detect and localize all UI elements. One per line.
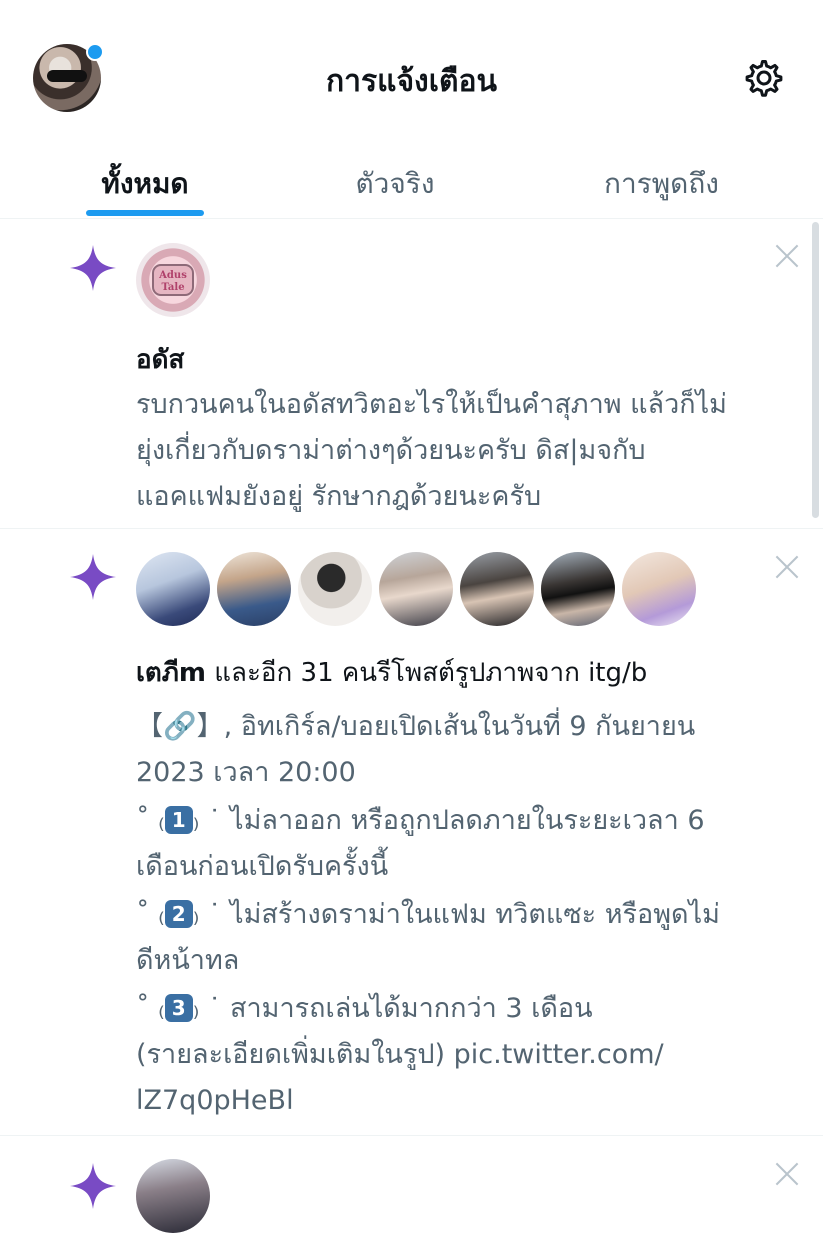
- tab-verified[interactable]: ตัวจริง: [290, 150, 500, 218]
- rule-item: ˚ ₍ 1 ₎ ˙ ไม่ลาออก หรือถูกปลดภายในระยะเวลา…: [136, 798, 806, 890]
- text-line: ˚ ₍ 1 ₎ ˙ ไม่ลาออก หรือถูกปลดภายในระยะเวลา…: [136, 798, 806, 844]
- reposter-avatar[interactable]: [217, 552, 291, 626]
- notification-item[interactable]: [0, 1135, 823, 1233]
- page-title: การแจ้งเตือน: [326, 64, 497, 99]
- account-name[interactable]: อดัส: [136, 339, 184, 380]
- notification-item[interactable]: เตภีm และอีก 31 คนรีโพสต์รูปภาพจาก itg/b…: [0, 528, 823, 1136]
- post-link[interactable]: lZ7q0pHeBl: [136, 1078, 806, 1124]
- account-avatar[interactable]: [136, 1159, 210, 1233]
- tab-all[interactable]: ทั้งหมด: [0, 150, 290, 218]
- rule-text: ไม่สร้างดราม่าในแฟม ทวิตแซะ หรือพูดไม่: [230, 899, 720, 930]
- notification-tabs: ทั้งหมด ตัวจริง การพูดถึง: [0, 150, 823, 219]
- tab-mentions-label: การพูดถึง: [604, 167, 719, 200]
- dismiss-icon[interactable]: [774, 243, 800, 269]
- gear-icon[interactable]: [740, 54, 788, 102]
- text-line: เดือนก่อนเปิดรับครั้งนี้: [136, 851, 389, 882]
- text-line: แอคแฟมยังอยู่ รักษากฎด้วยนะครับ: [136, 481, 542, 512]
- account-avatar[interactable]: Adus Tale: [136, 243, 210, 317]
- bullet-open: ˚ ₍: [136, 899, 165, 930]
- svg-text:Tale: Tale: [161, 282, 184, 293]
- post-paragraph: 【🔗】, อิทเกิร์ล/บอยเปิดเส้นในวันที่ 9 กัน…: [136, 704, 806, 796]
- bullet-close: ₎ ˙: [192, 993, 222, 1024]
- text-line: ดีหน้าทล: [136, 945, 240, 976]
- active-tab-indicator: [86, 210, 204, 216]
- tab-verified-label: ตัวจริง: [355, 167, 435, 200]
- text-line: ˚ ₍ 3 ₎ ˙ สามารถเล่นได้มากกว่า 3 เดือน: [136, 986, 806, 1032]
- keycap-2-icon: 2: [164, 900, 193, 928]
- bullet-open: ˚ ₍: [136, 805, 165, 836]
- bullet-close: ₎ ˙: [192, 805, 222, 836]
- bullet-open: ˚ ₍: [136, 993, 165, 1024]
- repost-summary: และอีก 31 คนรีโพสต์รูปภาพจาก itg/b: [206, 658, 648, 688]
- reposter-name[interactable]: เตภีm: [136, 658, 206, 688]
- rule-text: ไม่ลาออก หรือถูกปลดภายในระยะเวลา 6: [230, 805, 705, 836]
- rule-text: สามารถเล่นได้มากกว่า 3 เดือน: [230, 993, 593, 1024]
- post-text: 【🔗】, อิทเกิร์ล/บอยเปิดเส้นในวันที่ 9 กัน…: [136, 704, 806, 1126]
- reposter-avatar[interactable]: [379, 552, 453, 626]
- text-line: รบกวนคนในอดัสทวิตอะไรให้เป็นคำสุภาพ แล้ว…: [136, 389, 727, 420]
- text-line: ยุ่งเกี่ยวกับดราม่าต่างๆด้วยนะครับ ดิส|ม…: [136, 435, 646, 466]
- reposter-avatar[interactable]: [136, 552, 210, 626]
- reposter-avatar[interactable]: [460, 552, 534, 626]
- rule-item: ˚ ₍ 3 ₎ ˙ สามารถเล่นได้มากกว่า 3 เดือน (รา…: [136, 986, 806, 1124]
- scrollbar[interactable]: [812, 222, 819, 518]
- text-line: 【🔗】, อิทเกิร์ล/บอยเปิดเส้นในวันที่ 9 กัน…: [136, 711, 696, 742]
- reposter-avatar[interactable]: [298, 552, 372, 626]
- avatar-logo-emblem: Adus Tale: [152, 264, 194, 296]
- notification-text: รบกวนคนในอดัสทวิตอะไรให้เป็นคำสุภาพ แล้ว…: [136, 382, 806, 520]
- dismiss-icon[interactable]: [774, 1161, 800, 1187]
- header-bar: การแจ้งเตือน: [0, 0, 823, 150]
- notification-item[interactable]: Adus Tale อดัส รบกวนคนในอดัสทวิตอะไรให้เ…: [0, 219, 823, 529]
- keycap-1-icon: 1: [164, 806, 193, 834]
- text-line: ˚ ₍ 2 ₎ ˙ ไม่สร้างดราม่าในแฟม ทวิตแซะ หรือ…: [136, 892, 806, 938]
- keycap-3-icon: 3: [164, 994, 193, 1022]
- rule-item: ˚ ₍ 2 ₎ ˙ ไม่สร้างดราม่าในแฟม ทวิตแซะ หรือ…: [136, 892, 806, 984]
- bullet-close: ₎ ˙: [192, 899, 222, 930]
- tab-all-label: ทั้งหมด: [101, 167, 189, 200]
- reposter-avatar[interactable]: [622, 552, 696, 626]
- reposter-avatar[interactable]: [541, 552, 615, 626]
- text-line: 2023 เวลา 20:00: [136, 757, 356, 788]
- dismiss-icon[interactable]: [774, 554, 800, 580]
- repost-headline: เตภีm และอีก 31 คนรีโพสต์รูปภาพจาก itg/b: [136, 652, 647, 693]
- text-line: (รายละเอียดเพิ่มเติมในรูป) pic.twitter.c…: [136, 1039, 664, 1070]
- svg-text:Adus: Adus: [158, 270, 187, 281]
- tab-mentions[interactable]: การพูดถึง: [500, 150, 823, 218]
- sparkle-icon: [70, 554, 116, 600]
- sparkle-icon: [70, 1163, 116, 1209]
- sparkle-icon: [70, 245, 116, 291]
